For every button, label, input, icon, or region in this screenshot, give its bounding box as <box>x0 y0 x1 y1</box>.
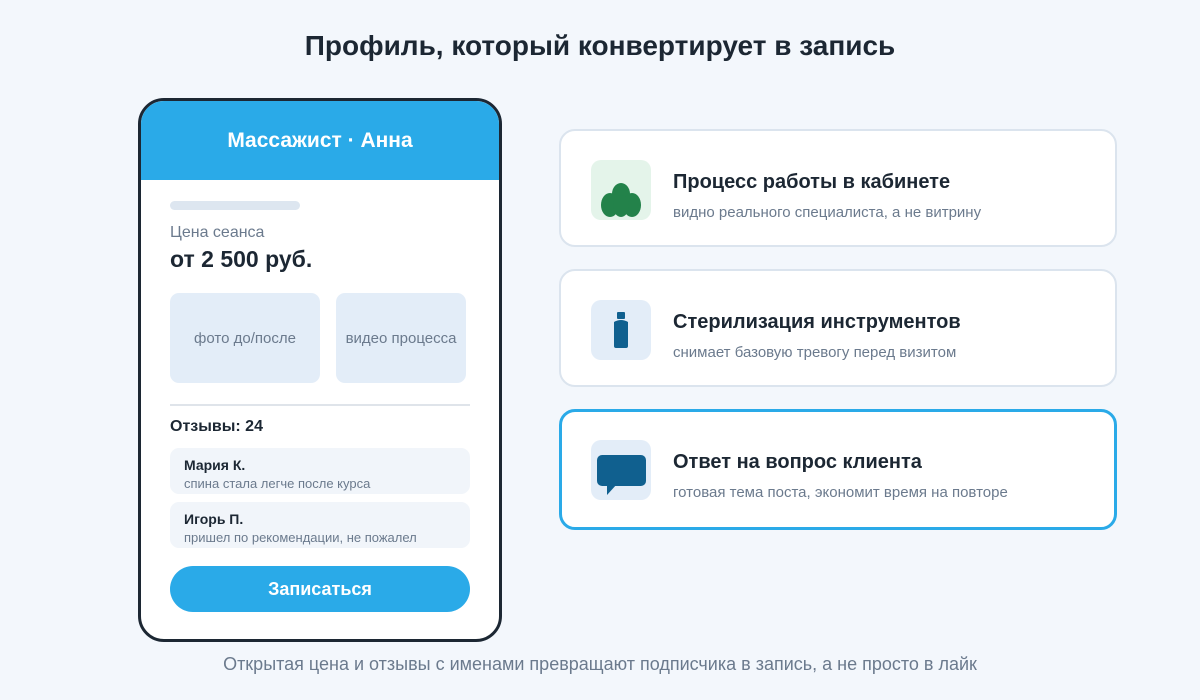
feature-title: Ответ на вопрос клиента <box>673 451 922 473</box>
feature-card-client-question[interactable]: Ответ на вопрос клиента готовая тема пос… <box>559 409 1117 530</box>
trees-icon <box>591 160 651 220</box>
phone-mockup: Массажист · Анна Цена сеанса от 2 500 ру… <box>138 98 502 642</box>
reviews-heading: Отзывы: 24 <box>170 418 263 435</box>
feature-subtitle: видно реального специалиста, а не витрин… <box>673 204 982 221</box>
price-label: Цена сеанса <box>170 224 265 241</box>
bottle-icon <box>591 300 651 360</box>
divider <box>170 404 470 406</box>
review-author: Игорь П. <box>184 511 244 527</box>
price-value: от 2 500 руб. <box>170 246 313 272</box>
page-title: Профиль, который конвертирует в запись <box>304 30 896 61</box>
feature-subtitle: снимает базовую тревогу перед визитом <box>673 344 957 361</box>
footer-note: Открытая цена и отзывы с именами превращ… <box>223 654 977 674</box>
media-tile-video[interactable]: видео процесса <box>336 293 466 383</box>
review-card: Игорь П. пришел по рекомендации, не пожа… <box>170 502 470 548</box>
feature-card-process[interactable]: Процесс работы в кабинете видно реальног… <box>559 129 1117 247</box>
review-card: Мария К. спина стала легче после курса <box>170 448 470 494</box>
chat-bubble-icon <box>591 440 651 500</box>
review-text: спина стала легче после курса <box>184 476 371 491</box>
profile-header: Массажист · Анна <box>141 101 499 180</box>
review-text: пришел по рекомендации, не пожалел <box>184 530 417 545</box>
book-button[interactable]: Записаться <box>170 566 470 612</box>
feature-subtitle: готовая тема поста, экономит время на по… <box>673 484 1008 501</box>
feature-title: Процесс работы в кабинете <box>673 171 951 193</box>
feature-title: Стерилизация инструментов <box>673 311 961 333</box>
feature-card-sterilization[interactable]: Стерилизация инструментов снимает базову… <box>559 269 1117 387</box>
skeleton-bar <box>170 201 300 210</box>
media-tile-photo[interactable]: фото до/после <box>170 293 320 383</box>
review-author: Мария К. <box>184 457 246 473</box>
